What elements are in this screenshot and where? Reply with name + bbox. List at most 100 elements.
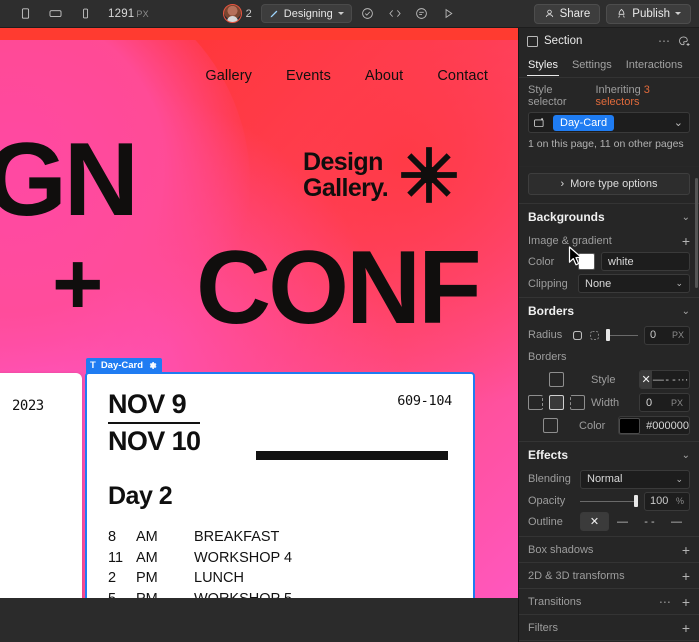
avatar[interactable] [223,4,242,23]
add-box-shadow-button[interactable]: + [682,543,690,557]
radius-individual-icon[interactable] [589,330,600,341]
more-type-options-button[interactable]: › More type options [528,173,690,195]
canvas-bottom-gutter [0,598,518,620]
selected-element-badge[interactable]: T Day-Card [86,358,162,373]
image-gradient-row: Image & gradient + [519,230,699,252]
mobile-view-button[interactable] [70,1,100,27]
outline-dashed[interactable]: - - [636,512,663,531]
radius-slider-track[interactable] [610,335,638,336]
backgrounds-section: Backgrounds ⌄ Image & gradient + Color w… [519,203,699,297]
border-style-dotted[interactable]: ··· [677,371,689,388]
opacity-slider-knob[interactable] [634,495,638,507]
tab-interactions[interactable]: Interactions [626,59,683,76]
add-image-gradient-button[interactable]: + [682,234,690,248]
blending-select[interactable]: Normal ⌄ [580,470,690,489]
nav-item-about[interactable]: About [365,68,403,84]
border-style-solid[interactable]: — [652,371,664,388]
outline-none[interactable]: ✕ [580,512,609,531]
outline-dotted[interactable]: — [663,512,690,531]
code-brackets-icon[interactable] [384,4,406,24]
add-transform-button[interactable]: + [682,569,690,583]
nav-item-events[interactable]: Events [286,68,331,84]
starburst-icon [400,146,458,204]
add-filter-button[interactable]: + [682,621,690,635]
chevron-down-icon: ⌄ [675,474,683,485]
transitions-section: Transitions ⋯ + [519,588,699,614]
gear-icon[interactable] [148,361,157,370]
chevron-down-icon[interactable]: ⌄ [682,450,690,461]
background-color-swatch[interactable] [578,253,595,270]
border-color-swatch[interactable] [619,418,640,434]
collaborators[interactable]: 2 [223,4,252,23]
transitions-label: Transitions [528,596,653,608]
webflow-designer-window: 1291 PX 2 Designing [0,0,699,642]
border-width-input[interactable]: 0PX [639,393,690,412]
preview-play-icon[interactable] [438,4,460,24]
background-color-label: Color [528,256,572,268]
opacity-input[interactable]: 100% [644,492,690,511]
publish-button[interactable]: Publish [606,4,691,24]
border-all-selector[interactable] [549,395,564,410]
filters-row[interactable]: Filters + [519,615,699,640]
inheriting-info[interactable]: Inheriting 3 selectors [595,84,690,108]
radius-all-icon[interactable] [572,330,583,341]
checkmark-circle-icon[interactable] [357,4,379,24]
active-class-chip[interactable]: Day-Card [553,115,614,131]
borders-header[interactable]: Borders ⌄ [519,298,699,324]
transitions-more-button[interactable]: ⋯ [659,595,672,609]
nav-item-contact[interactable]: Contact [437,68,488,84]
tablet-view-button[interactable] [40,1,70,27]
border-style-dashed[interactable]: - - [665,371,677,388]
box-shadows-row[interactable]: Box shadows + [519,537,699,562]
border-color-input[interactable]: #000000 [618,416,690,435]
chevron-down-icon[interactable]: ⌄ [682,306,690,317]
chevron-down-icon[interactable]: ⌄ [674,116,683,129]
comment-icon[interactable] [411,4,433,24]
clipping-select[interactable]: None ⌄ [578,274,690,293]
pencil-icon [269,9,279,19]
radius-unit: PX [672,330,684,340]
border-style-none[interactable]: ✕ [640,371,652,388]
section-square-icon [527,36,538,47]
radius-slider[interactable] [606,329,638,341]
transforms-row[interactable]: 2D & 3D transforms + [519,563,699,588]
panel-scrollbar[interactable] [695,178,698,288]
radius-input[interactable]: 0PX [644,326,690,345]
nav-item-gallery[interactable]: Gallery [205,68,252,84]
viewport-width-value: 1291 [108,8,134,20]
outline-options[interactable]: ✕ — - - — [580,512,690,531]
day-card-accent-bar [256,451,448,460]
date-to: NOV 10 [108,427,200,456]
opacity-slider-track[interactable] [580,501,634,502]
mode-label: Designing [284,8,333,20]
chevron-down-icon[interactable]: ⌄ [682,212,690,223]
add-style-icon[interactable] [677,35,691,48]
backgrounds-header[interactable]: Backgrounds ⌄ [519,204,699,230]
desktop-view-button[interactable] [10,1,40,27]
mode-selector[interactable]: Designing [261,4,352,23]
design-canvas[interactable]: Gallery Events About Contact GN + CONF D… [0,28,518,620]
tab-styles[interactable]: Styles [528,59,558,76]
panel-more-button[interactable]: ⋯ [658,34,671,48]
day-card[interactable]: NOV 9 NOV 10 609-104 Day 2 8 AM BREAKFAS… [86,373,474,620]
style-selector-input[interactable]: Day-Card ⌄ [528,112,690,133]
collaborator-count: 2 [246,8,252,20]
share-button[interactable]: Share [534,4,601,24]
transitions-row[interactable]: Transitions ⋯ + [519,589,699,614]
border-left-selector[interactable] [528,395,543,410]
date-from: NOV 9 [108,390,200,419]
schedule-hour: 8 [108,527,136,548]
tab-settings[interactable]: Settings [572,59,612,76]
outline-solid[interactable]: — [609,512,636,531]
opacity-unit: % [676,496,684,506]
add-transition-button[interactable]: + [682,595,690,609]
border-top-selector[interactable] [549,372,564,387]
border-right-selector[interactable] [570,395,585,410]
border-style-options[interactable]: ✕ — - - ··· [639,370,690,389]
effects-header[interactable]: Effects ⌄ [519,442,699,468]
opacity-slider[interactable] [580,495,638,507]
background-color-value[interactable]: white [601,252,690,271]
publish-label: Publish [632,8,670,20]
previous-day-card[interactable]: 2023 [0,373,82,620]
border-bottom-selector[interactable] [543,418,558,433]
